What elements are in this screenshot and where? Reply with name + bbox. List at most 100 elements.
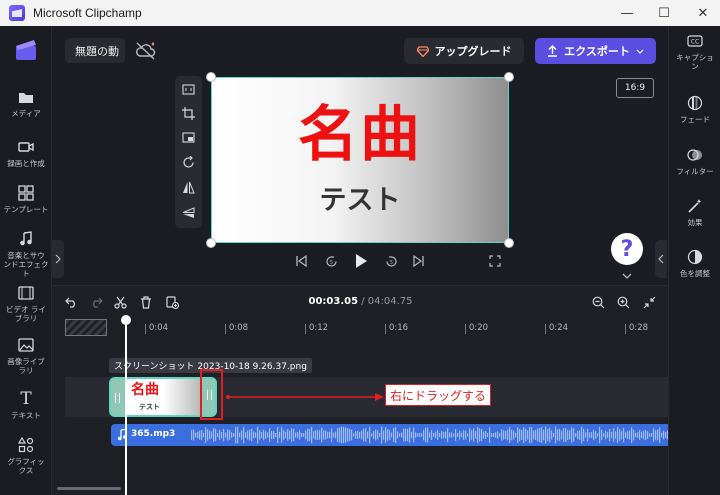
- playhead-handle[interactable]: [121, 315, 131, 325]
- sidebar-item-effects[interactable]: 効果: [669, 197, 720, 227]
- waveform-bar: [427, 427, 429, 443]
- waveform-bar: [563, 428, 565, 442]
- resize-handle-bottom-right[interactable]: [504, 238, 514, 248]
- sidebar-item-templates[interactable]: テンプレート: [0, 184, 52, 214]
- waveform-bar: [399, 433, 401, 437]
- waveform-bar: [287, 429, 289, 441]
- waveform-bar: [455, 429, 457, 441]
- sidebar-item-filter[interactable]: フィルター: [669, 146, 720, 176]
- sidebar-item-captions[interactable]: CC キャプショ ン: [669, 32, 720, 71]
- sidebar-item-label: 効果: [687, 218, 703, 227]
- waveform-bar: [405, 428, 407, 442]
- aspect-ratio-button[interactable]: 16:9: [616, 78, 654, 98]
- waveform-bar: [323, 430, 325, 440]
- minimize-button[interactable]: —: [610, 0, 644, 26]
- fullscreen-icon[interactable]: [486, 252, 504, 270]
- waveform-bar: [601, 429, 603, 441]
- sidebar-item-media[interactable]: メディア: [0, 88, 52, 118]
- sidebar-item-graphics[interactable]: グラフィッ クス: [0, 436, 52, 475]
- title-bar: Microsoft Clipchamp — ☐ ✕: [0, 0, 720, 26]
- zoom-out-icon[interactable]: [590, 294, 606, 310]
- clip-trim-handle-left[interactable]: [115, 393, 120, 403]
- rotate-icon[interactable]: [179, 153, 198, 172]
- help-button[interactable]: ?: [611, 233, 643, 265]
- resize-handle-top-right[interactable]: [504, 72, 514, 82]
- waveform-bar: [435, 431, 437, 439]
- waveform-bar: [597, 433, 599, 437]
- skip-start-icon[interactable]: [292, 252, 310, 270]
- waveform-bar: [391, 432, 393, 438]
- export-button[interactable]: エクスポート: [535, 38, 656, 64]
- waveform-bar: [491, 432, 493, 438]
- waveform-bar: [585, 432, 587, 438]
- waveform-bar: [373, 430, 375, 440]
- sidebar-item-record[interactable]: 録画と作成: [0, 138, 52, 168]
- clip-thumbnail-subtitle: テスト: [139, 403, 160, 411]
- waveform-bar: [289, 430, 291, 440]
- play-icon[interactable]: [352, 252, 370, 270]
- fit-timeline-icon[interactable]: [641, 294, 657, 310]
- sidebar-item-fade[interactable]: フェード: [669, 94, 720, 124]
- expand-right-panel-button[interactable]: [655, 240, 667, 278]
- waveform-bar: [667, 430, 668, 440]
- waveform-bar: [619, 429, 621, 441]
- sidebar-item-color-adjust[interactable]: 色を調整: [669, 248, 720, 278]
- waveform-bar: [463, 430, 465, 440]
- close-button[interactable]: ✕: [686, 0, 720, 26]
- expand-left-panel-button[interactable]: [52, 240, 64, 278]
- upgrade-button[interactable]: アップグレード: [404, 38, 524, 64]
- rewind-5-icon[interactable]: 5: [322, 252, 340, 270]
- ruler-tick: [625, 324, 626, 334]
- chevron-right-icon: [55, 254, 61, 264]
- sidebar-item-text[interactable]: T テキスト: [0, 389, 52, 420]
- waveform-bar: [377, 430, 379, 440]
- sidebar-item-video-library[interactable]: ビデオ ライ ブラリ: [0, 284, 52, 323]
- skip-end-icon[interactable]: [410, 252, 428, 270]
- waveform-bar: [259, 430, 261, 440]
- sidebar-item-music[interactable]: 音楽とサウ ンドエフェクト: [0, 230, 52, 278]
- waveform-bar: [279, 431, 281, 439]
- waveform-bar: [355, 431, 357, 439]
- waveform-bar: [275, 432, 277, 438]
- sidebar-item-image-library[interactable]: 画像ライブ ラリ: [0, 336, 52, 375]
- project-name-field[interactable]: 無題の動: [65, 38, 125, 63]
- cc-icon: CC: [686, 32, 704, 50]
- waveform-bar: [403, 428, 405, 442]
- picture-in-picture-icon[interactable]: [179, 128, 198, 147]
- ruler-tick: [145, 324, 146, 334]
- waveform-bar: [495, 432, 497, 438]
- preview-canvas[interactable]: 名曲 テスト: [211, 77, 509, 243]
- text-icon: T: [20, 389, 32, 409]
- waveform-bar: [511, 429, 513, 441]
- forward-5-icon[interactable]: 5: [382, 252, 400, 270]
- waveform-bar: [507, 429, 509, 441]
- crop-icon[interactable]: [179, 104, 198, 123]
- waveform-bar: [387, 429, 389, 441]
- waveform-bar: [559, 428, 561, 442]
- waveform-bar: [595, 431, 597, 439]
- waveform-bar: [565, 428, 567, 442]
- waveform-bar: [249, 429, 251, 441]
- audio-clip[interactable]: 365.mp3: [111, 424, 668, 446]
- window-title: Microsoft Clipchamp: [33, 6, 142, 20]
- flip-horizontal-icon[interactable]: [179, 178, 198, 197]
- waveform-bar: [457, 432, 459, 438]
- resize-handle-bottom-left[interactable]: [206, 238, 216, 248]
- svg-text:5: 5: [389, 260, 392, 266]
- fit-icon[interactable]: [179, 80, 198, 99]
- ruler-tick: [225, 324, 226, 334]
- flip-vertical-icon[interactable]: [179, 203, 198, 222]
- cloud-off-icon[interactable]: [134, 40, 158, 62]
- chevron-down-icon[interactable]: [621, 271, 633, 281]
- timeline-ruler[interactable]: 0:04 0:08 0:12 0:16 0:20 0:24 0:28: [61, 318, 661, 338]
- timeline-scrollbar[interactable]: [57, 487, 121, 490]
- waveform-bar: [293, 428, 295, 442]
- resize-handle-top-left[interactable]: [206, 72, 216, 82]
- waveform-bar: [505, 430, 507, 440]
- maximize-button[interactable]: ☐: [647, 0, 681, 26]
- preview-title-text: 名曲: [298, 100, 422, 170]
- clipchamp-logo-icon: [9, 5, 25, 21]
- drag-handle-highlight: [200, 369, 223, 420]
- zoom-in-icon[interactable]: [615, 294, 631, 310]
- waveform-bar: [333, 432, 335, 438]
